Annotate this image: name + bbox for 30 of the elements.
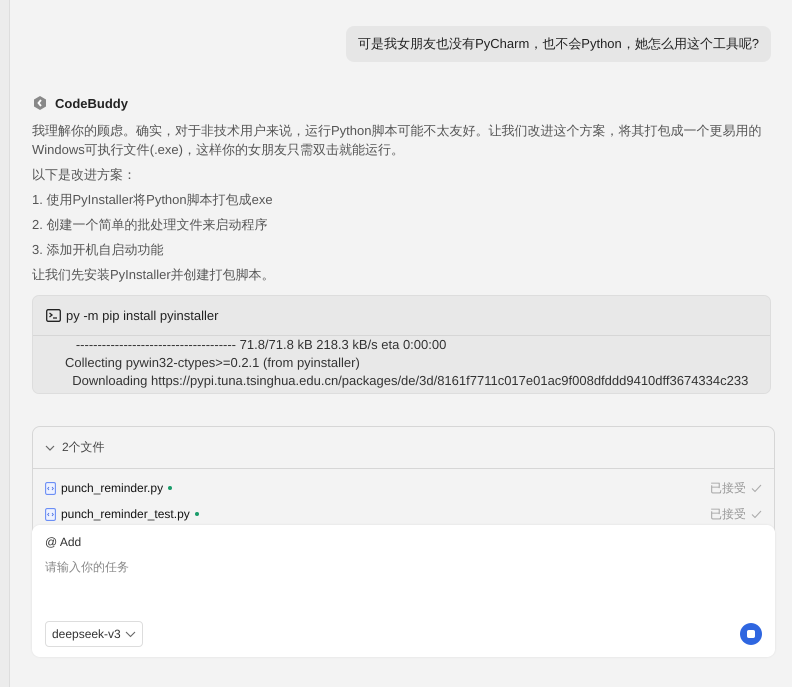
file-status: 已接受 xyxy=(710,506,746,522)
message-text: 1. 使用PyInstaller将Python脚本打包成exe xyxy=(32,191,274,209)
check-icon xyxy=(751,484,762,492)
file-name[interactable]: punch_reminder_test.py xyxy=(61,507,190,521)
check-icon xyxy=(751,510,762,518)
chevron-icon xyxy=(45,442,55,452)
code-file-icon xyxy=(45,482,56,494)
model-dropdown[interactable]: deepseek-v3 xyxy=(45,621,143,647)
files-toggle[interactable]: 2个文件 xyxy=(33,427,774,469)
message-text: 我理解你的顾虑。确实，对于非技术用户来说，运行Python脚本可能不太友好。让我们改进这个方案，将其打包成一个更易用的Windows可执行文件(.exe)，这样你的女朋友只需双击就能运行。 xyxy=(32,122,762,159)
terminal-output-line: Collecting pywin32-ctypes>=0.2.1 (from pyinstaller) xyxy=(65,354,361,372)
assistant-name: CodeBuddy xyxy=(55,96,128,110)
user-message: 可是我女朋友也没有PyCharm，也不会Python，她怎么用这个工具呢? xyxy=(346,26,771,62)
caret-icon xyxy=(124,630,136,638)
terminal-command: py -m pip install pyinstaller xyxy=(66,308,218,323)
message-text: 以下是改进方案： xyxy=(32,166,137,184)
hexagon-logo-icon xyxy=(32,95,48,111)
message-text: 让我们先安装PyInstaller并创建打包脚本。 xyxy=(32,266,276,284)
composer-field[interactable]: @ Add 请输入你的任务 deepseek-v3 xyxy=(32,525,775,657)
message-text: 2. 创建一个简单的批处理文件来启动程序 xyxy=(32,216,268,234)
file-name[interactable]: punch_reminder.py xyxy=(61,481,164,495)
add-context-link[interactable]: @ Add xyxy=(45,535,82,549)
task-input-field[interactable]: 请输入你的任务 xyxy=(45,559,762,599)
terminal-output-line: ------------------------------------- 71.8/71.8 kB 218.3 kB/s eta 0:00:00 xyxy=(74,336,448,354)
file-status: 已接受 xyxy=(710,480,746,496)
stop-button[interactable] xyxy=(740,623,762,645)
terminal-output-line: Downloading https://pypi.tuna.tsinghua.edu.cn/packages/de/3d/8161f7711c017e01ac9f008dfddd9410dff3674334c233 xyxy=(71,372,750,390)
code-file-icon xyxy=(45,508,56,520)
terminal-icon xyxy=(46,309,61,322)
message-text: 3. 添加开机自启动功能 xyxy=(32,241,164,259)
